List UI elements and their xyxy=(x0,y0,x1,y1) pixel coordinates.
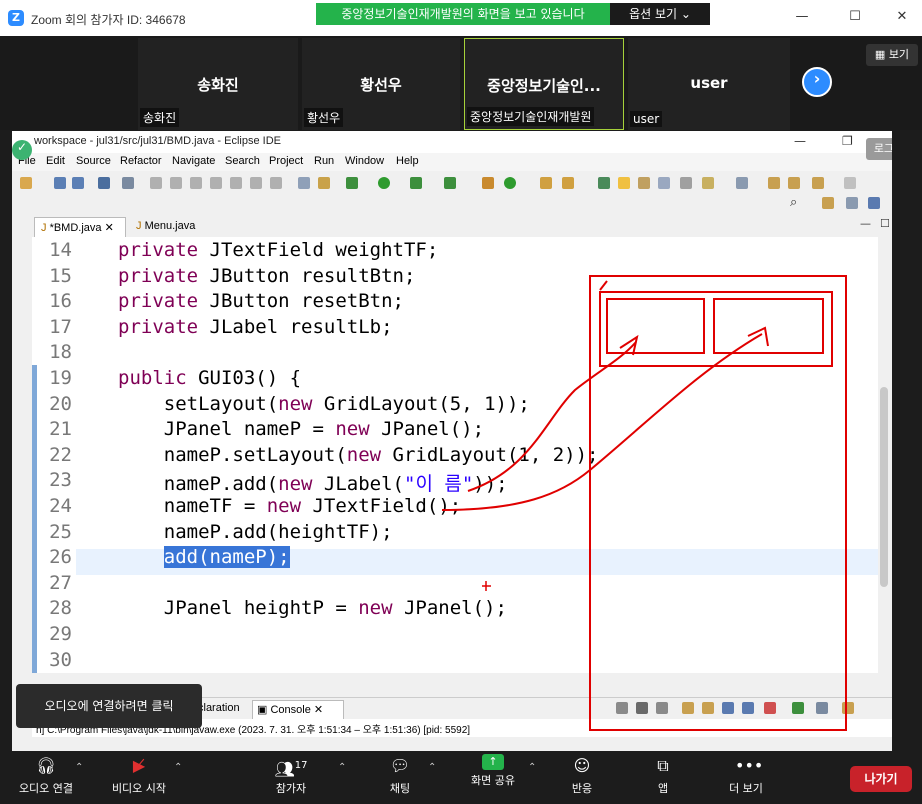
audio-tooltip: 오디오에 연결하려면 클릭 xyxy=(16,684,202,728)
leave-button[interactable]: 나가기 xyxy=(850,766,912,792)
participants-caret-icon[interactable]: ⌃ xyxy=(338,762,346,773)
participants-button[interactable]: 👥︎17 참가자 xyxy=(262,754,320,796)
reactions-button[interactable]: ☺ 반응 xyxy=(562,754,602,796)
share-icon: ↑ xyxy=(482,754,504,770)
more-label: 더 보기 xyxy=(729,782,763,795)
reactions-label: 반응 xyxy=(571,782,593,795)
apps-button[interactable]: ⧉ 앱 xyxy=(648,754,678,796)
annotation-row xyxy=(599,291,833,367)
video-caret-icon[interactable]: ⌃ xyxy=(174,762,182,773)
chat-button[interactable]: 💬︎ 채팅 xyxy=(380,754,420,796)
more-button[interactable]: ••• 더 보기 xyxy=(722,754,770,796)
share-label: 화면 공유 xyxy=(471,774,515,787)
more-icon: ••• xyxy=(735,756,764,775)
share-screen-button[interactable]: ↑ 화면 공유 xyxy=(463,754,523,788)
annotation-mark xyxy=(599,280,608,291)
emoji-icon: ☺ xyxy=(573,756,591,775)
video-label: 비디오 시작 xyxy=(111,782,167,795)
annotation-cursor xyxy=(482,581,491,591)
headphone-icon: 🎧︎ xyxy=(35,756,57,775)
chat-label: 채팅 xyxy=(389,782,411,795)
participant-count: 17 xyxy=(294,760,308,771)
share-caret-icon[interactable]: ⌃ xyxy=(528,762,536,773)
annotation-arrow-field xyxy=(441,333,763,511)
apps-label: 앱 xyxy=(657,782,669,795)
apps-icon: ⧉ xyxy=(657,756,669,775)
audio-label: 오디오 연결 xyxy=(18,782,74,795)
annotation-frame xyxy=(589,275,847,731)
participants-label: 참가자 xyxy=(275,782,307,795)
audio-caret-icon[interactable]: ⌃ xyxy=(75,762,83,773)
audio-button[interactable]: 🎧︎ 오디오 연결 xyxy=(14,754,78,796)
chat-caret-icon[interactable]: ⌃ xyxy=(428,762,436,773)
annotation-arrow-label xyxy=(467,341,637,492)
video-off-icon: ▶̸ xyxy=(132,756,146,775)
participants-icon: 👥︎17 xyxy=(274,759,308,779)
annotation-cell-left xyxy=(606,298,705,354)
chat-icon: 💬︎ xyxy=(389,756,411,775)
video-button[interactable]: ▶̸ 비디오 시작 xyxy=(106,754,172,796)
